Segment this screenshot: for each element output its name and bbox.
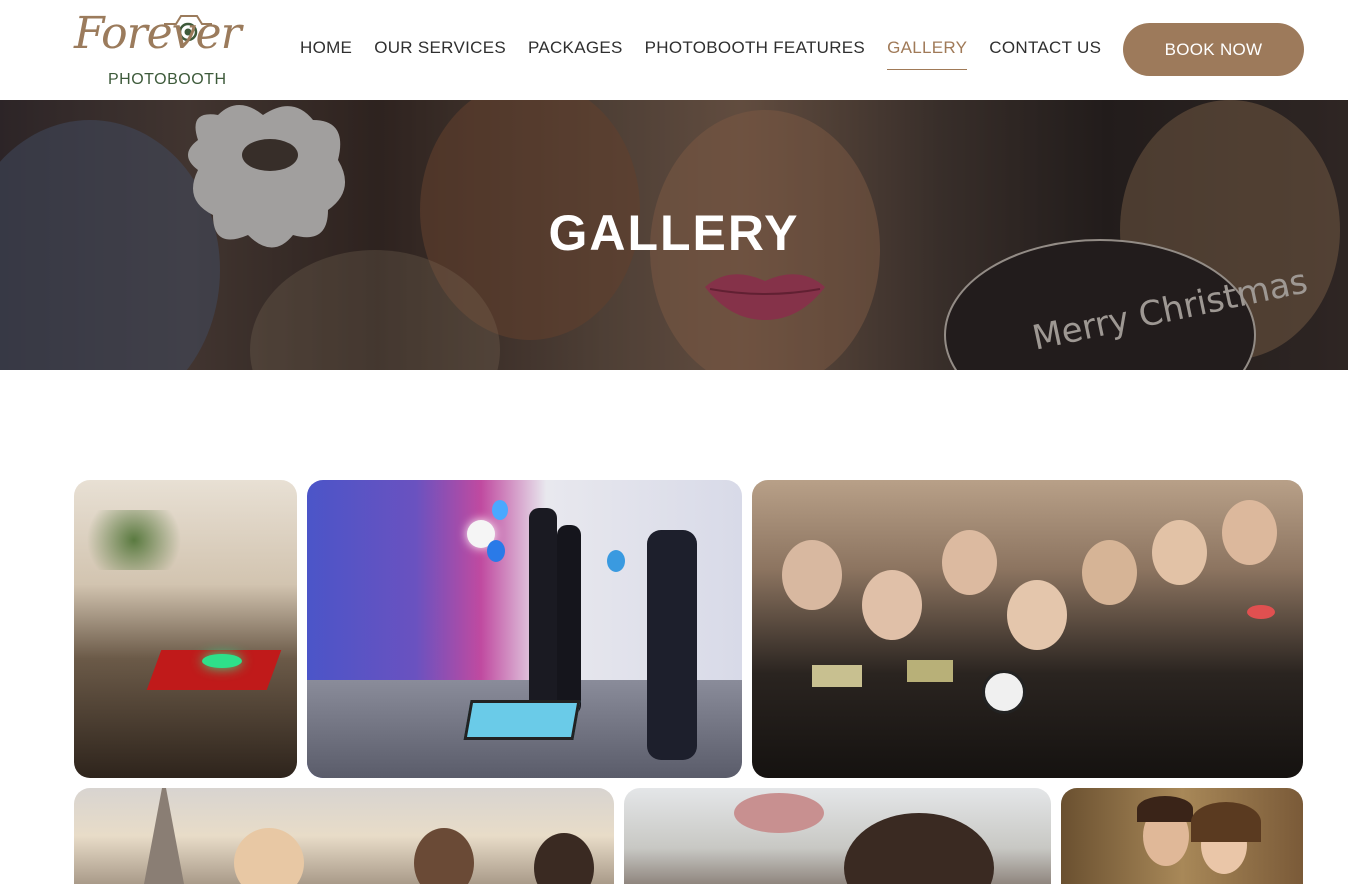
gallery-image-5[interactable] [624,788,1051,884]
nav-our-services[interactable]: OUR SERVICES [374,38,506,58]
guest-face [1152,520,1207,585]
flower-crown [734,793,824,833]
page-title: GALLERY [548,205,800,261]
hair [1191,802,1261,842]
guest-face [942,530,997,595]
balloon [492,500,508,520]
gallery-image-3[interactable] [752,480,1303,778]
guest-face [1082,540,1137,605]
logo[interactable]: Forever PHOTOBOOTH [74,8,242,92]
guest-face [862,570,922,640]
guest-face [1222,500,1277,565]
bowtie-prop [812,665,862,687]
gallery-image-4[interactable] [74,788,614,884]
balloon [607,550,625,572]
site-header: Forever PHOTOBOOTH HOME OUR SERVICES PAC… [0,0,1348,100]
nav-packages[interactable]: PACKAGES [528,38,623,58]
nav-photobooth-features[interactable]: PHOTOBOOTH FEATURES [645,38,865,58]
book-now-button[interactable]: BOOK NOW [1123,23,1304,76]
gallery-image-6[interactable] [1061,788,1303,884]
guest-figure [557,525,581,715]
balloon [487,540,505,562]
gallery-image-1[interactable] [74,480,297,778]
nav-home[interactable]: HOME [300,38,352,58]
bowtie-prop [907,660,953,682]
booth-platform [202,654,242,668]
nav-gallery[interactable]: GALLERY [887,38,968,70]
hair [1137,796,1193,822]
lips-prop [1247,605,1275,619]
guest-figure [529,508,557,718]
guest-face [782,540,842,610]
garland [74,510,194,570]
logo-script-text: Forever [74,8,242,59]
logo-sub-text: PHOTOBOOTH [108,71,227,88]
camera-prop [982,670,1026,714]
guest-figure [647,530,697,760]
booth-platform [463,700,581,740]
hero-banner: Merry Christmas GALLERY [0,100,1348,370]
guest-face [1007,580,1067,650]
nav-contact-us[interactable]: CONTACT US [989,38,1101,58]
gallery-image-2[interactable] [307,480,742,778]
main-nav: HOME OUR SERVICES PACKAGES PHOTOBOOTH FE… [300,38,1123,70]
